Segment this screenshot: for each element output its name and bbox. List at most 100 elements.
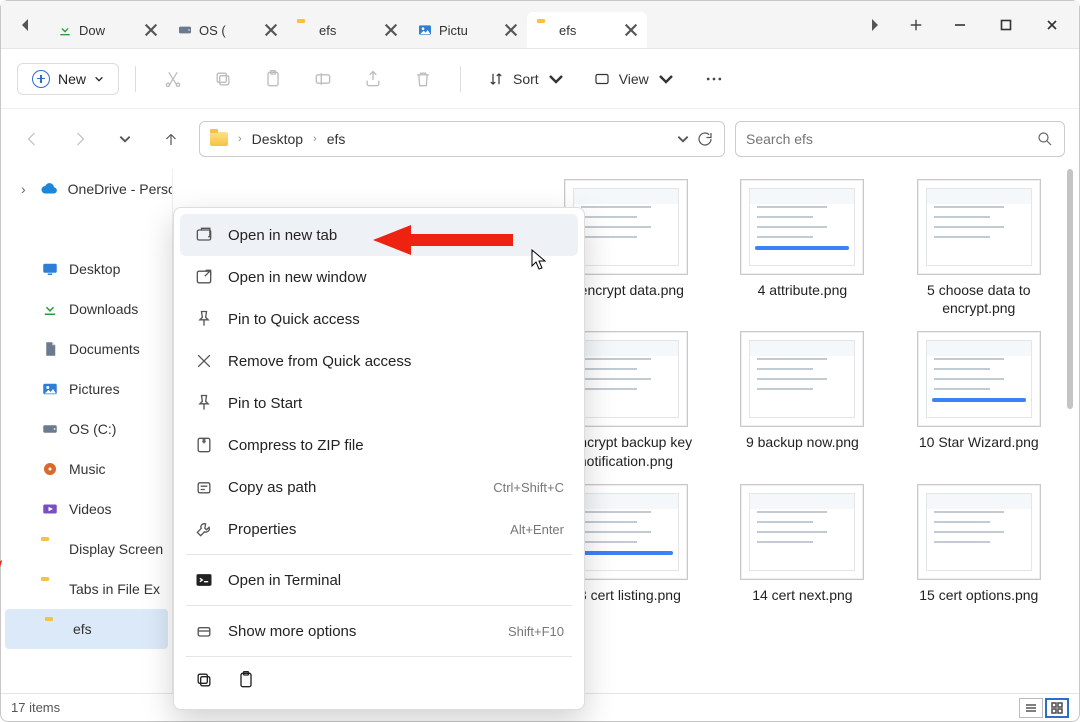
file-explorer-window: Dow OS ( efs Pictu efs: [0, 0, 1080, 722]
breadcrumb[interactable]: › Desktop › efs: [199, 121, 725, 157]
status-item-count: 17 items: [11, 700, 60, 715]
wrench-icon: [194, 519, 214, 539]
sidebar-item-label: Videos: [69, 501, 112, 517]
drive-icon: [41, 420, 59, 438]
ctx-copy-as-path[interactable]: Copy as path Ctrl+Shift+C: [180, 466, 578, 508]
tab-label: OS (: [199, 23, 257, 38]
file-item[interactable]: 15 cert options.png: [897, 484, 1061, 604]
scrollbar[interactable]: [1063, 169, 1077, 693]
copy-icon[interactable]: [194, 670, 214, 694]
view-large-icons-toggle[interactable]: [1045, 698, 1069, 718]
sidebar-item-tabs-in-file-ex[interactable]: Tabs in File Ex: [1, 569, 172, 609]
ctx-item-label: Pin to Start: [228, 395, 564, 412]
ctx-properties[interactable]: Properties Alt+Enter: [180, 508, 578, 550]
ctx-item-label: Properties: [228, 521, 496, 538]
sidebar-item-efs[interactable]: efs: [5, 609, 168, 649]
close-button[interactable]: [1029, 4, 1075, 46]
ctx-accel: Ctrl+Shift+C: [493, 480, 564, 495]
folder-icon: [297, 22, 313, 38]
sidebar-item-label: Downloads: [69, 301, 138, 317]
close-icon[interactable]: [263, 22, 279, 38]
search-icon: [1036, 130, 1054, 148]
sidebar-item-videos[interactable]: Videos: [1, 489, 172, 529]
tab-3[interactable]: Pictu: [407, 12, 527, 48]
tab-scroll-back[interactable]: [5, 4, 47, 46]
tab-1[interactable]: OS (: [167, 12, 287, 48]
close-icon[interactable]: [383, 22, 399, 38]
sidebar-item-label: Documents: [69, 341, 140, 357]
refresh-icon[interactable]: [696, 130, 714, 148]
zip-icon: [194, 435, 214, 455]
ctx-pin-to-start[interactable]: Pin to Start: [180, 382, 578, 424]
ctx-accel: Shift+F10: [508, 624, 564, 639]
ctx-show-more-options[interactable]: Show more options Shift+F10: [180, 610, 578, 652]
copy-button[interactable]: [202, 58, 244, 100]
file-item[interactable]: 5 choose data to encrypt.png: [897, 179, 1061, 317]
view-button[interactable]: View: [583, 64, 685, 94]
nav-recent[interactable]: [107, 121, 143, 157]
sidebar-item-music[interactable]: Music: [1, 449, 172, 489]
sidebar-item-label: OS (C:): [69, 421, 116, 437]
more-button[interactable]: [693, 58, 735, 100]
sidebar-item-label: Desktop: [69, 261, 120, 277]
ctx-open-in-new-window[interactable]: Open in new window: [180, 256, 578, 298]
pin-icon: [194, 309, 214, 329]
tab-4[interactable]: efs: [527, 12, 647, 48]
chevron-down-icon[interactable]: [676, 132, 690, 146]
tab-add-button[interactable]: [895, 4, 937, 46]
sidebar-onedrive[interactable]: › OneDrive - Personal: [1, 169, 172, 209]
tab-2[interactable]: efs: [287, 12, 407, 48]
file-label: 15 cert options.png: [919, 586, 1038, 604]
tab-label: efs: [319, 23, 377, 38]
share-button[interactable]: [352, 58, 394, 100]
sidebar-item-display-screen[interactable]: Display Screen: [1, 529, 172, 569]
tab-scroll-forward[interactable]: [853, 4, 895, 46]
search-box[interactable]: [735, 121, 1065, 157]
nav-up[interactable]: [153, 121, 189, 157]
minimize-button[interactable]: [937, 4, 983, 46]
ctx-remove-from-quick-access[interactable]: Remove from Quick access: [180, 340, 578, 382]
cut-button[interactable]: [152, 58, 194, 100]
annotation-arrow-1: [373, 225, 513, 255]
toolbar: New Sort View: [1, 49, 1079, 109]
sidebar-item-downloads[interactable]: Downloads: [1, 289, 172, 329]
search-input[interactable]: [746, 131, 1036, 147]
paste-icon[interactable]: [236, 670, 256, 694]
sidebar-item-pictures[interactable]: Pictures: [1, 369, 172, 409]
download-icon: [41, 300, 59, 318]
drive-icon: [177, 22, 193, 38]
close-icon[interactable]: [623, 22, 639, 38]
nav-back[interactable]: [15, 121, 51, 157]
scrollbar-thumb[interactable]: [1067, 169, 1073, 409]
rename-button[interactable]: [302, 58, 344, 100]
delete-button[interactable]: [402, 58, 444, 100]
sidebar-item-desktop[interactable]: Desktop: [1, 249, 172, 289]
close-icon[interactable]: [503, 22, 519, 38]
paste-button[interactable]: [252, 58, 294, 100]
file-item[interactable]: 14 cert next.png: [720, 484, 884, 604]
ctx-open-in-terminal[interactable]: Open in Terminal: [180, 559, 578, 601]
new-button[interactable]: New: [17, 63, 119, 95]
sidebar-item-os-c-[interactable]: OS (C:): [1, 409, 172, 449]
ctx-item-label: Remove from Quick access: [228, 353, 564, 370]
folder-icon: [45, 620, 63, 638]
ctx-compress-to-zip-file[interactable]: Compress to ZIP file: [180, 424, 578, 466]
breadcrumb-seg-efs[interactable]: efs: [327, 131, 346, 147]
view-details-toggle[interactable]: [1019, 698, 1043, 718]
close-icon[interactable]: [143, 22, 159, 38]
file-label: 10 Star Wizard.png: [919, 433, 1039, 451]
tab-0[interactable]: Dow: [47, 12, 167, 48]
documents-icon: [41, 340, 59, 358]
file-item[interactable]: 4 attribute.png: [720, 179, 884, 317]
ctx-pin-to-quick-access[interactable]: Pin to Quick access: [180, 298, 578, 340]
new-tab-icon: [194, 225, 214, 245]
nav-forward[interactable]: [61, 121, 97, 157]
download-icon: [57, 22, 73, 38]
sidebar-item-documents[interactable]: Documents: [1, 329, 172, 369]
ctx-accel: Alt+Enter: [510, 522, 564, 537]
sort-button[interactable]: Sort: [477, 64, 575, 94]
breadcrumb-seg-desktop[interactable]: Desktop: [252, 131, 303, 147]
maximize-button[interactable]: [983, 4, 1029, 46]
file-item[interactable]: 9 backup now.png: [720, 331, 884, 469]
file-item[interactable]: 10 Star Wizard.png: [897, 331, 1061, 469]
